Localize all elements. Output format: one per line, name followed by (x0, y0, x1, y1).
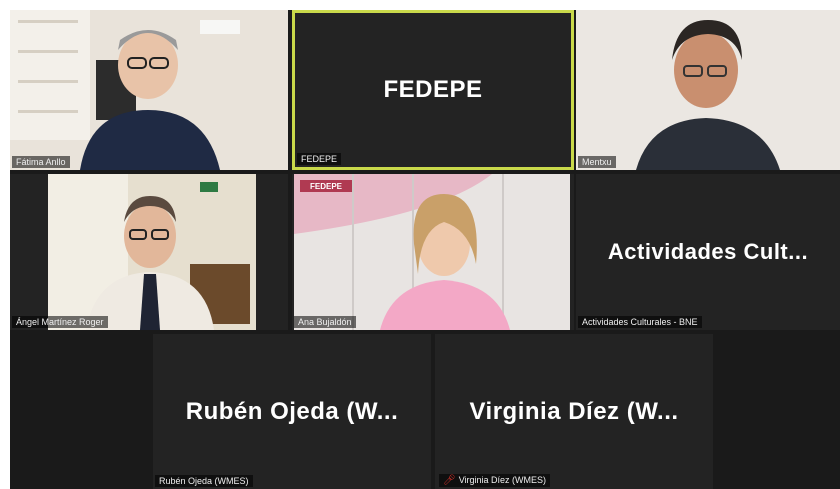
participant-tile-angel-martinez-roger[interactable]: Ángel Martínez Roger (10, 174, 288, 330)
gallery-view: Fátima Anllo FEDEPE FEDEPE Mentxu Ángel … (10, 10, 840, 489)
participant-display-name: Actividades Cult... (607, 239, 809, 264)
participant-name-label: 🎤︎ Virginia Díez (WMES) (439, 474, 551, 487)
fedepe-logo: FEDEPE (300, 180, 352, 192)
mic-muted-icon: 🎤︎ (443, 475, 456, 486)
participant-name-label: Rubén Ojeda (WMES) (155, 475, 253, 487)
participant-name-label: Fátima Anllo (12, 156, 70, 168)
participant-video (576, 10, 840, 170)
participant-name-label: Actividades Culturales - BNE (578, 316, 702, 328)
participant-video (292, 174, 574, 330)
participant-name-label: Ana Bujaldón (294, 316, 356, 328)
participant-name-label: Mentxu (578, 156, 616, 168)
participant-video (10, 174, 288, 330)
participant-display-name: Rubén Ojeda (W... (185, 397, 399, 425)
participant-tile-actividades-culturales[interactable]: Actividades Cult... Actividades Cultural… (576, 174, 840, 330)
participant-tile-fatima-anllo[interactable]: Fátima Anllo (10, 10, 288, 170)
participant-tile-ruben-ojeda[interactable]: Rubén Ojeda (W... Rubén Ojeda (WMES) (153, 334, 431, 489)
participant-name-label: FEDEPE (297, 153, 342, 165)
participant-tile-fedepe[interactable]: FEDEPE FEDEPE (292, 10, 574, 170)
participant-tile-virginia-diez[interactable]: Virginia Díez (W... 🎤︎ Virginia Díez (WME… (435, 334, 713, 489)
participant-tile-ana-bujaldon[interactable]: FEDEPE Ana Bujaldón (292, 174, 574, 330)
participant-display-name: Virginia Díez (W... (469, 397, 679, 425)
participant-name-label: Ángel Martínez Roger (12, 316, 108, 328)
participant-video (10, 10, 288, 170)
participant-tile-mentxu[interactable]: Mentxu (576, 10, 840, 170)
svg-text:FEDEPE: FEDEPE (310, 182, 343, 191)
participant-display-name: FEDEPE (383, 76, 483, 103)
